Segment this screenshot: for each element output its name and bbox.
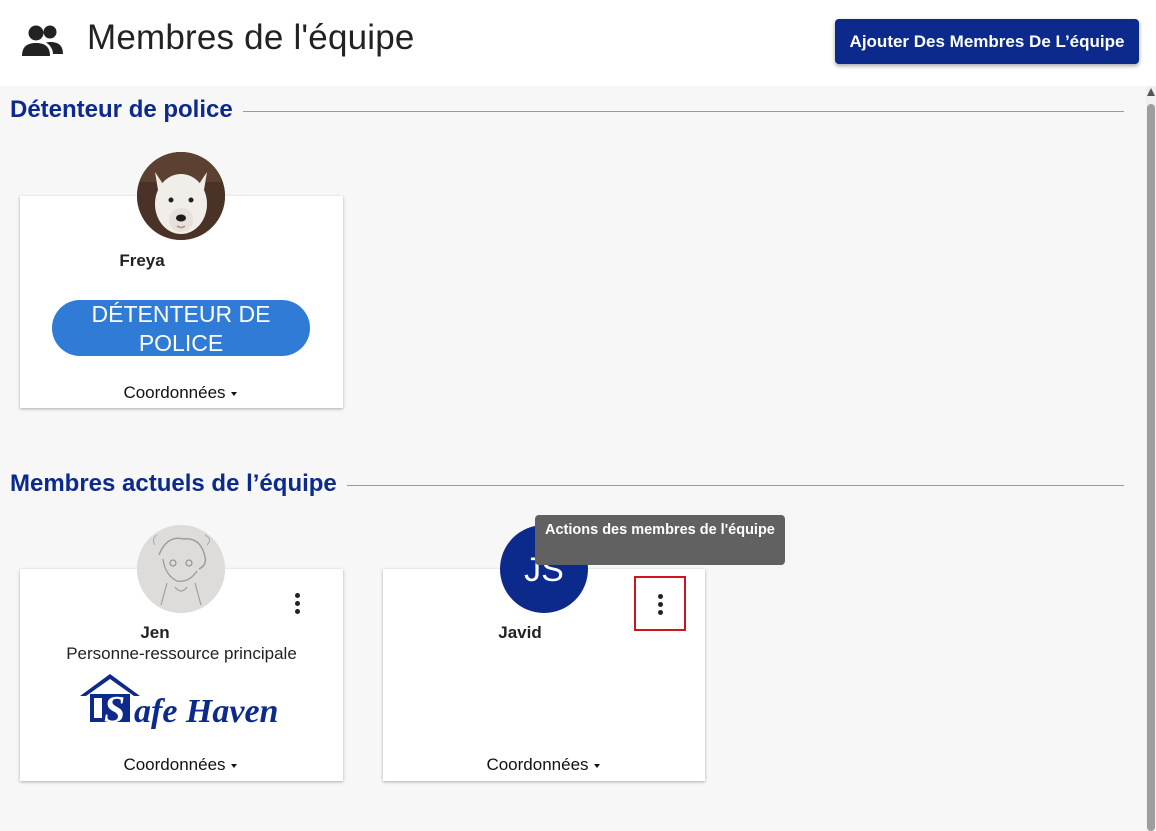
section-title: Membres actuels de l’équipe <box>10 470 337 497</box>
member-name: Freya <box>119 251 165 270</box>
scroll-up-arrow-icon[interactable] <box>1147 88 1155 96</box>
member-role: Personne-ressource principale <box>66 644 297 663</box>
top-bar: Membres de l'équipe Ajouter Des Membres … <box>0 0 1156 86</box>
section-title: Détenteur de police <box>10 96 233 123</box>
member-name: Jen <box>140 623 170 642</box>
contact-dropdown[interactable]: Coordonnées <box>100 755 260 775</box>
section-divider <box>242 110 1124 112</box>
caret-down-icon <box>230 763 237 768</box>
scrollbar-thumb[interactable] <box>1147 104 1155 831</box>
member-name: Javid <box>498 623 542 642</box>
safe-haven-logo: S afe Haven <box>78 672 288 731</box>
team-icon <box>22 25 63 56</box>
section-header-policy-holder: Détenteur de police <box>10 96 1124 124</box>
caret-down-icon <box>230 391 237 396</box>
section-divider <box>346 484 1124 486</box>
dog-photo <box>137 152 225 240</box>
member-actions-tooltip: Actions des membres de l'équipe <box>535 515 785 565</box>
svg-text:afe Haven: afe Haven <box>134 693 278 730</box>
section-header-current-members: Membres actuels de l’équipe <box>10 470 1124 498</box>
svg-text:S: S <box>104 689 125 730</box>
caret-down-icon <box>593 763 600 768</box>
badge-label: DÉTENTEUR DE POLICE <box>91 301 271 356</box>
policy-holder-badge: DÉTENTEUR DE POLICE <box>52 300 310 356</box>
contact-dropdown[interactable]: Coordonnées <box>463 755 623 775</box>
selection-highlight <box>634 576 686 631</box>
add-team-members-button[interactable]: Ajouter Des Membres De L’équipe <box>835 19 1139 64</box>
avatar <box>137 525 225 613</box>
sketch-portrait <box>137 525 225 613</box>
tooltip-text: Actions des membres de l'équipe <box>545 522 775 538</box>
contact-label: Coordonnées <box>486 755 589 774</box>
avatar <box>137 152 225 240</box>
member-actions-menu-icon[interactable] <box>287 589 307 617</box>
page-title: Membres de l'équipe <box>87 18 415 57</box>
contact-label: Coordonnées <box>123 755 226 774</box>
contact-label: Coordonnées <box>123 383 226 402</box>
contact-dropdown[interactable]: Coordonnées <box>100 383 260 403</box>
